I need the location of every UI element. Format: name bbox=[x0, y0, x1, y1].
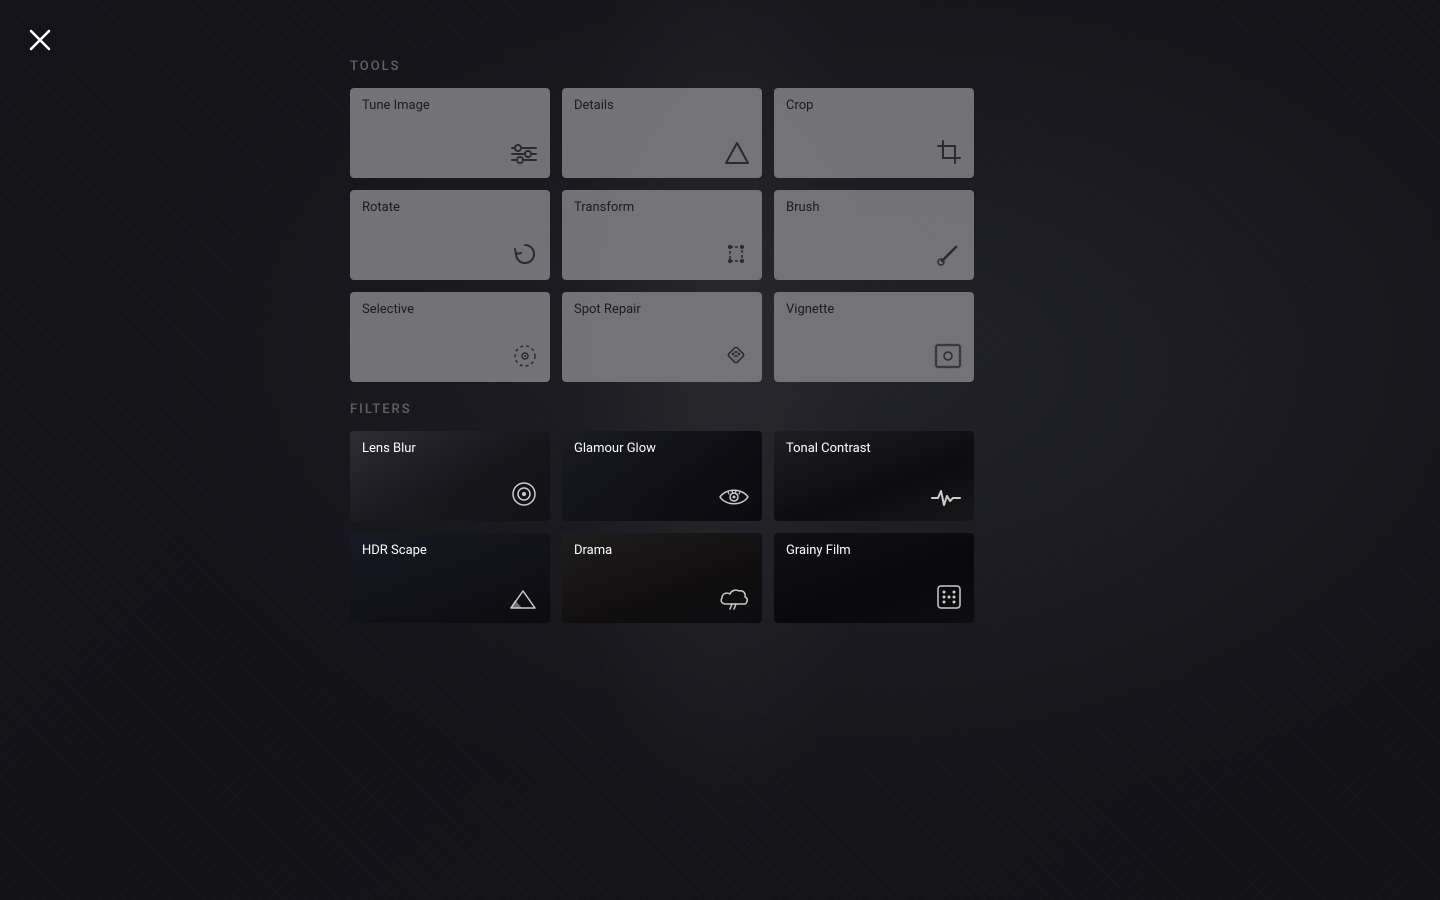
cloud-icon bbox=[718, 586, 750, 615]
mountain-icon bbox=[508, 588, 538, 615]
eye-icon bbox=[718, 486, 750, 513]
hdr-scape-label: HDR Scape bbox=[362, 543, 538, 558]
tonal-contrast-label: Tonal Contrast bbox=[786, 441, 962, 456]
dice-icon bbox=[936, 584, 962, 615]
drama-label: Drama bbox=[574, 543, 750, 558]
glamour-glow-label: Glamour Glow bbox=[574, 441, 750, 456]
grainy-film-label: Grainy Film bbox=[786, 543, 962, 558]
lens-blur-label: Lens Blur bbox=[362, 441, 538, 456]
pulse-icon bbox=[930, 488, 962, 513]
close-button[interactable] bbox=[20, 20, 60, 60]
eye-circle-icon bbox=[510, 480, 538, 513]
